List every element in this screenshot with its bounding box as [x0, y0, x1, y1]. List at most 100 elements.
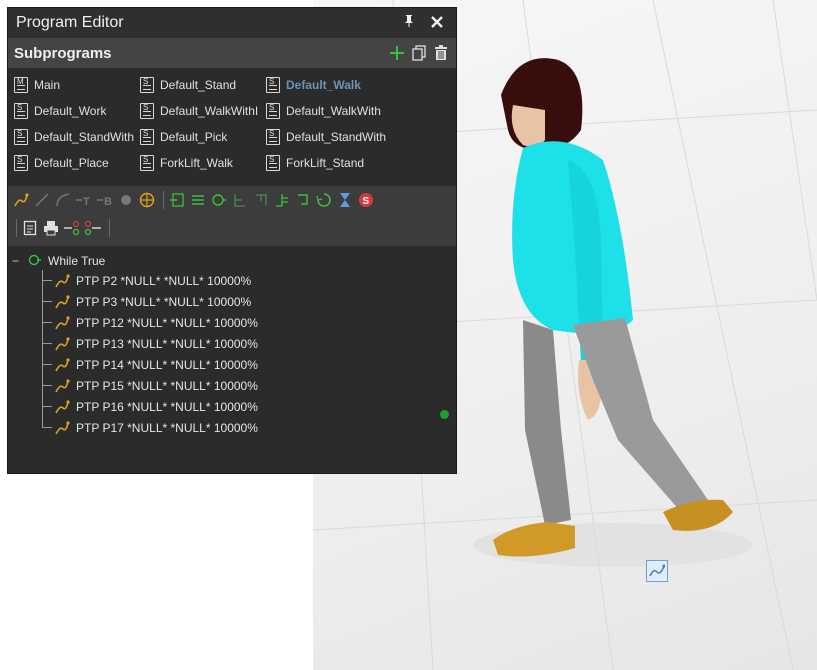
if-icon[interactable] [231, 191, 249, 209]
subprogram-item[interactable]: ForkLift_Walk [140, 150, 266, 176]
subprogram-icon [14, 129, 28, 145]
set-tcp-icon[interactable]: T [75, 191, 93, 209]
toolbar-row-2 [8, 214, 456, 242]
subprogram-item[interactable]: Default_StandWith [14, 124, 140, 150]
hourglass-icon[interactable] [336, 191, 354, 209]
statement-tree: − While True PTP P2 *NULL* *NULL* 10000%… [8, 252, 456, 438]
tree-statement[interactable]: PTP P17 *NULL* *NULL* 10000% [8, 417, 456, 438]
set-base-icon[interactable]: B [96, 191, 114, 209]
subprogram-label: Main [34, 78, 61, 92]
subprogram-icon [266, 155, 280, 171]
statement-label: PTP P3 *NULL* *NULL* 10000% [76, 294, 252, 309]
stop-icon[interactable]: S [357, 191, 375, 209]
status-dot [440, 410, 449, 419]
else-icon[interactable] [252, 191, 270, 209]
while-icon[interactable] [210, 191, 228, 209]
subprogram-label: Default_StandWith [286, 130, 387, 144]
subprogram-icon [266, 103, 280, 119]
trash-icon[interactable] [432, 45, 450, 61]
tree-statement[interactable]: PTP P12 *NULL* *NULL* 10000% [8, 312, 456, 333]
toolbar-separator [163, 191, 164, 209]
subprogram-item[interactable]: Default_Place [14, 150, 140, 176]
tree-line [42, 427, 52, 428]
circ-icon[interactable] [54, 191, 72, 209]
dot-icon[interactable] [117, 191, 135, 209]
subprogram-label: Default_Walk [286, 78, 361, 92]
ptp-icon[interactable] [12, 191, 30, 209]
subprogram-icon [14, 103, 28, 119]
subprogram-item[interactable]: Default_Work [14, 98, 140, 124]
subprogram-icon [140, 155, 154, 171]
globe-icon[interactable] [138, 191, 156, 209]
path-gizmo-icon[interactable] [646, 560, 668, 582]
subprogram-label: ForkLift_Stand [286, 156, 365, 170]
tree-statement[interactable]: PTP P14 *NULL* *NULL* 10000% [8, 354, 456, 375]
subprogram-item[interactable]: Default_WalkWithI [140, 98, 266, 124]
move-in-icon[interactable] [63, 219, 81, 237]
subprogram-icon [140, 77, 154, 93]
tree-statement[interactable]: PTP P3 *NULL* *NULL* 10000% [8, 291, 456, 312]
ptp-icon [54, 336, 72, 352]
subprogram-item[interactable]: Main [14, 72, 140, 98]
copy-icon[interactable] [410, 45, 428, 61]
list-icon[interactable] [189, 191, 207, 209]
lin-icon[interactable] [33, 191, 51, 209]
tree-statement[interactable]: PTP P2 *NULL* *NULL* 10000% [8, 270, 456, 291]
subprogram-item[interactable]: Default_Walk [266, 72, 392, 98]
tree-statement[interactable]: PTP P16 *NULL* *NULL* 10000% [8, 396, 456, 417]
tree-line [42, 322, 52, 323]
close-icon[interactable] [426, 15, 448, 32]
subprogram-label: Default_WalkWith [286, 104, 381, 118]
subprogram-label: Default_Stand [160, 78, 237, 92]
toolbar-row-1: TB S [8, 186, 456, 214]
panel-title: Program Editor [16, 14, 124, 31]
subprogram-label: Default_Pick [160, 130, 228, 144]
subprogram-item[interactable]: Default_Stand [140, 72, 266, 98]
print-icon[interactable] [42, 219, 60, 237]
ptp-icon [54, 399, 72, 415]
subprogram-call-icon[interactable] [168, 191, 186, 209]
loop-icon[interactable] [315, 191, 333, 209]
subprogram-icon [140, 103, 154, 119]
ptp-icon [54, 294, 72, 310]
subprogram-item[interactable]: Default_StandWith [266, 124, 392, 150]
pin-icon[interactable] [398, 14, 420, 32]
tree-line [42, 280, 52, 281]
switch-icon[interactable] [273, 191, 291, 209]
subprograms-header: Subprograms [8, 38, 456, 68]
statement-label: PTP P14 *NULL* *NULL* 10000% [76, 357, 258, 372]
document-icon[interactable] [21, 219, 39, 237]
subprogram-item[interactable]: Default_WalkWith [266, 98, 392, 124]
tree-root-while[interactable]: − While True [8, 252, 456, 270]
svg-text:B: B [104, 196, 112, 208]
subprogram-list: Main Default_Stand Default_Walk Default_Wor… [8, 68, 456, 176]
statement-label: PTP P15 *NULL* *NULL* 10000% [76, 378, 258, 393]
subprogram-label: Default_StandWith [34, 130, 135, 144]
move-out-icon[interactable] [84, 219, 102, 237]
program-editor-panel: Program Editor Subprograms Main Default_S… [7, 7, 457, 474]
subprogram-item[interactable]: Default_Pick [140, 124, 266, 150]
collapse-icon[interactable]: − [12, 254, 22, 268]
while-icon [28, 254, 42, 269]
ptp-icon [54, 378, 72, 394]
ptp-icon [54, 315, 72, 331]
statement-label: PTP P13 *NULL* *NULL* 10000% [76, 336, 258, 351]
svg-text:S: S [363, 196, 370, 207]
return-icon[interactable] [294, 191, 312, 209]
tree-statement[interactable]: PTP P13 *NULL* *NULL* 10000% [8, 333, 456, 354]
tree-line [42, 301, 52, 302]
add-icon[interactable] [388, 45, 406, 61]
subprogram-item[interactable]: ForkLift_Stand [266, 150, 392, 176]
tree-statement[interactable]: PTP P15 *NULL* *NULL* 10000% [8, 375, 456, 396]
subprogram-icon [266, 129, 280, 145]
toolbar-separator [16, 219, 17, 237]
tree-root-label: While True [48, 254, 106, 268]
statement-label: PTP P2 *NULL* *NULL* 10000% [76, 273, 252, 288]
main-program-icon [14, 77, 28, 93]
tree-line [42, 385, 52, 386]
subprogram-label: ForkLift_Walk [160, 156, 233, 170]
ptp-icon [54, 420, 72, 436]
panel-titlebar: Program Editor [8, 8, 456, 38]
statement-label: PTP P12 *NULL* *NULL* 10000% [76, 315, 258, 330]
toolbar-separator [109, 219, 110, 237]
